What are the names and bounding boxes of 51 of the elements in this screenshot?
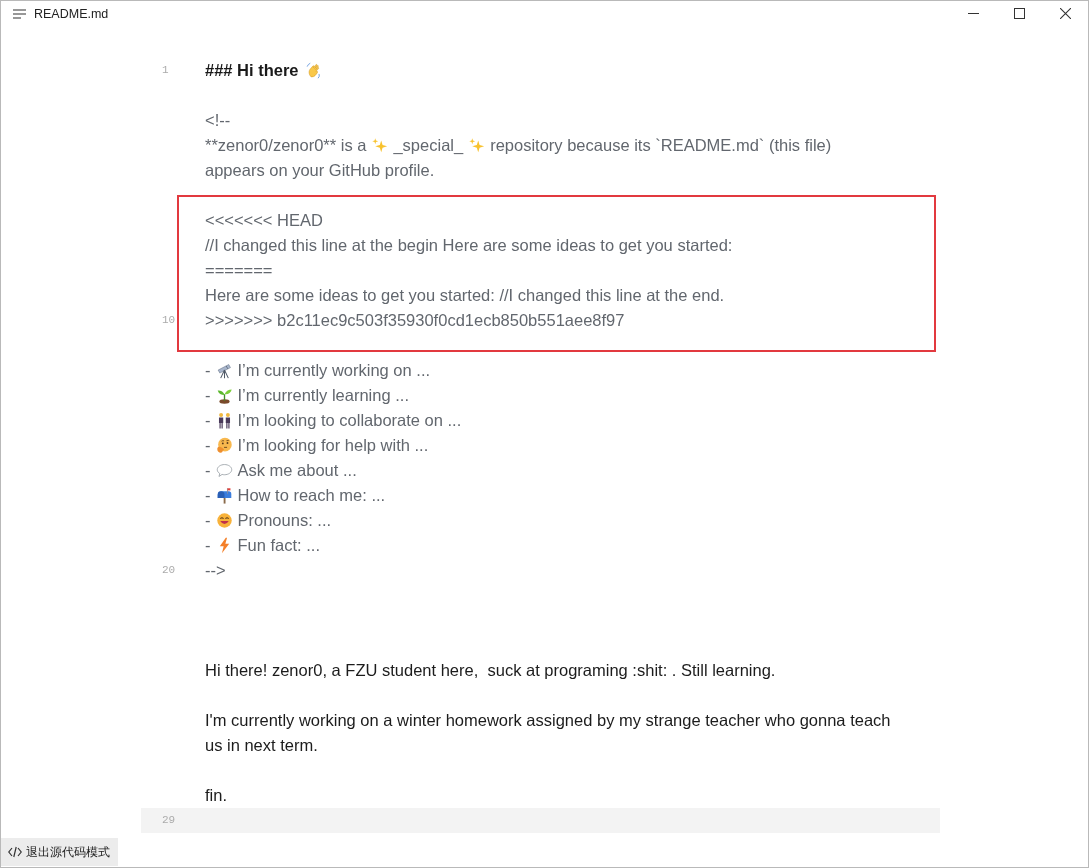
maximize-icon — [1013, 8, 1025, 19]
list-item-text: Ask me about ... — [237, 460, 357, 481]
heading-text: ### Hi there — [205, 60, 299, 81]
line-number: 29 — [162, 814, 176, 827]
speech-bubble-icon — [215, 462, 233, 479]
sparkles-icon — [371, 137, 389, 154]
comment-text: ======= — [205, 260, 273, 281]
grinning-face-icon — [215, 512, 233, 529]
sparkles-icon — [468, 137, 486, 154]
close-icon — [1059, 8, 1071, 19]
list-dash: - — [205, 510, 211, 531]
line-number: 20 — [162, 564, 176, 577]
list-item-text: I’m currently working on ... — [237, 360, 431, 381]
line-number: 1 — [162, 64, 169, 77]
list-dash: - — [205, 410, 211, 431]
seedling-icon — [215, 387, 233, 404]
list-item-text: Pronouns: ... — [237, 510, 332, 531]
list-item-text: I’m looking to collaborate on ... — [237, 410, 462, 431]
paragraph-text: Hi there! zenor0, a FZU student here, suck at programing :shit: . Still learning. — [205, 660, 776, 681]
waving-hand-icon — [305, 62, 323, 79]
thinking-face-icon — [215, 437, 233, 454]
list-dash: - — [205, 385, 211, 406]
list-dash: - — [205, 460, 211, 481]
telescope-icon — [215, 362, 233, 379]
line-number: 10 — [162, 314, 176, 327]
window-title: README.md — [34, 6, 109, 21]
comment-text: <!-- — [205, 110, 231, 131]
comment-text: repository because its `README.md` (this file) — [490, 135, 832, 156]
paragraph-text: I'm currently working on a winter homework assigned by my strange teacher who gonna teach us in next term. — [205, 710, 891, 756]
list-dash: - — [205, 535, 211, 556]
paragraph-text: fin. — [205, 785, 227, 806]
comment-text: appears on your GitHub profile. — [205, 160, 435, 181]
comment-text: >>>>>>> b2c11ec9c503f35930f0cd1ecb850b551aee8f97 — [205, 310, 625, 331]
comment-text: _special_ — [393, 135, 464, 156]
comment-text: **zenor0/zenor0** is a — [205, 135, 367, 156]
list-dash: - — [205, 435, 211, 456]
comment-text: --> — [205, 560, 226, 581]
list-item-text: I’m currently learning ... — [237, 385, 409, 406]
exit-source-mode-button[interactable]: 退出源代码模式 — [1, 838, 118, 866]
code-icon — [8, 846, 22, 858]
list-item-text: Fun fact: ... — [237, 535, 321, 556]
comment-text: //I changed this line at the begin Here are some ideas to get you started: — [205, 235, 733, 256]
comment-text: <<<<<<< HEAD — [205, 210, 323, 231]
mailbox-icon — [215, 487, 233, 504]
list-item-text: How to reach me: ... — [237, 485, 386, 506]
menu-icon[interactable] — [13, 8, 26, 19]
minimize-icon — [967, 13, 979, 14]
comment-text: Here are some ideas to get you started: //I changed this line at the end. — [205, 285, 725, 306]
list-dash: - — [205, 360, 211, 381]
list-item-text: I’m looking for help with ... — [237, 435, 429, 456]
list-dash: - — [205, 485, 211, 506]
